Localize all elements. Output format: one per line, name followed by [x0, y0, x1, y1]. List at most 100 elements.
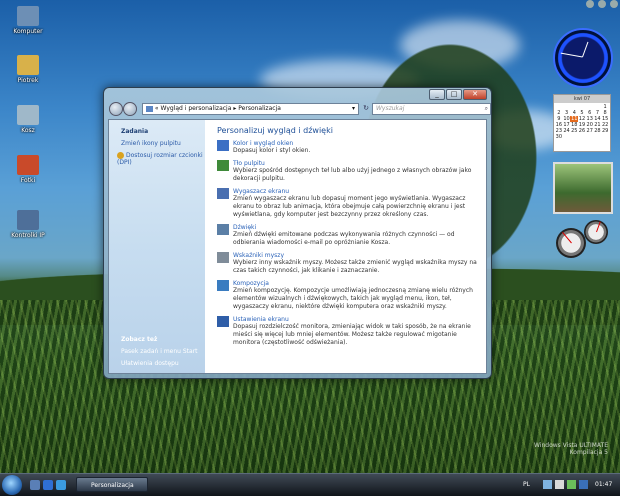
breadcrumb-separator[interactable]: ▸	[233, 105, 236, 112]
sidebar-gadget-controls[interactable]	[586, 0, 618, 8]
breadcrumb-overflow[interactable]: «	[155, 105, 159, 112]
desktop-icon[interactable]: Piotrek	[6, 55, 50, 84]
calendar-day[interactable]: 24	[563, 128, 571, 134]
item-title-link[interactable]: Kolor i wygląd okien	[233, 140, 310, 147]
item-description: Wybierz spośród dostępnych teł lub albo …	[233, 167, 472, 182]
security-tray-icon[interactable]	[567, 480, 576, 489]
cpu-meter-gadget[interactable]	[556, 228, 586, 258]
desktop-icon[interactable]: Kosz	[6, 105, 50, 134]
personalization-window[interactable]: _ □ ✕ « Wygląd i personalizacja ▸ Person…	[103, 87, 492, 379]
address-dropdown-icon[interactable]: ▾	[352, 104, 355, 114]
show-desktop-icon[interactable]	[30, 480, 40, 490]
start-button[interactable]	[2, 475, 22, 495]
personalization-item: Kompozycja Zmień kompozycję. Kompozycje u…	[217, 280, 478, 311]
item-icon[interactable]	[217, 140, 229, 151]
search-placeholder: Wyszukaj	[376, 105, 405, 112]
recycle-bin-icon	[17, 105, 39, 125]
calendar-day[interactable]: 28	[594, 128, 602, 134]
tasks-heading: Zadania	[121, 128, 149, 135]
calendar-days: 1 2 3 4 5 6 7 8 9 10 11 12 13 14 15 16 17 18 19 20 21 22 23 24 2…	[554, 103, 610, 141]
clock-gadget[interactable]	[553, 28, 613, 88]
taskbar: Personalizacja PL 01:47	[0, 473, 620, 496]
os-watermark: Windows Vista ULTIMATE Kompilacja 5	[534, 442, 608, 456]
calendar-month: kwi 07	[554, 95, 610, 103]
item-icon[interactable]	[217, 280, 229, 291]
item-title-link[interactable]: Wygaszacz ekranu	[233, 188, 478, 195]
page-title: Personalizuj wygląd i dźwięki	[217, 126, 333, 135]
breadcrumb-appearance[interactable]: Wygląd i personalizacja	[161, 105, 232, 112]
refresh-button[interactable]: ↻	[360, 103, 372, 113]
window-controls: _ □ ✕	[429, 89, 487, 100]
breadcrumb-personalization[interactable]: Personalizacja	[238, 105, 281, 112]
see-also-section: Zobacz też Pasek zadań i menu Start Ułat…	[109, 328, 205, 367]
item-title-link[interactable]: Kompozycja	[233, 280, 478, 287]
item-description: Dopasuj kolor i styl okien.	[233, 147, 311, 154]
desktop-icon-label: Kosz	[21, 127, 35, 134]
item-description: Wybierz inny wskaźnik myszy. Możesz takż…	[233, 259, 477, 274]
search-icon[interactable]: ⌕	[485, 104, 488, 114]
personalization-item: Wygaszacz ekranu Zmień wygaszacz ekranu l…	[217, 188, 478, 219]
calendar-gadget[interactable]: kwi 07 1 2 3 4 5 6 7 8 9 10 11 12 13 14 15 16 17 18 19 20 21…	[553, 94, 611, 152]
calendar-day[interactable]: 26	[578, 128, 586, 134]
ease-of-access-link[interactable]: Ułatwienia dostępu	[121, 360, 205, 367]
switch-windows-icon[interactable]	[43, 480, 53, 490]
search-box[interactable]: Wyszukaj ⌕	[372, 103, 491, 115]
personalization-item: Kolor i wygląd okien Dopasuj kolor i styl…	[217, 140, 478, 155]
main-pane: Personalizuj wygląd i dźwięki Kolor i wy…	[205, 120, 486, 373]
item-icon[interactable]	[217, 316, 229, 327]
uac-shield-icon	[117, 152, 124, 159]
change-desktop-icons-link[interactable]: Zmień ikony pulpitu	[121, 140, 205, 147]
memory-meter-gadget[interactable]	[584, 220, 608, 244]
item-title-link[interactable]: Wskaźniki myszy	[233, 252, 478, 259]
item-icon[interactable]	[217, 160, 229, 171]
calendar-day[interactable]: 27	[586, 128, 594, 134]
item-icon[interactable]	[217, 188, 229, 199]
taskbar-window-button[interactable]: Personalizacja	[76, 477, 148, 492]
see-also-heading: Zobacz też	[121, 336, 158, 343]
personalization-item: Ustawienia ekranu Dopasuj rozdzielczość m…	[217, 316, 478, 347]
adjust-font-size-link[interactable]: Dostosuj rozmiar czcionki (DPI)	[117, 152, 205, 166]
calendar-day[interactable]: 25	[570, 128, 578, 134]
desktop-icon-label: Kontrolki IP	[11, 232, 45, 239]
computer-icon	[17, 6, 39, 26]
desktop-icon-label: Fotki	[20, 177, 36, 184]
slideshow-gadget[interactable]	[553, 162, 613, 214]
forward-button[interactable]	[123, 102, 137, 116]
close-button[interactable]: ✕	[463, 89, 487, 100]
maximize-button[interactable]: □	[446, 89, 462, 100]
personalization-item: Dźwięki Zmień dźwięki emitowane podczas w…	[217, 224, 478, 247]
clock-minute-hand	[560, 52, 583, 58]
system-tray: PL 01:47	[515, 476, 620, 494]
item-icon[interactable]	[217, 252, 229, 263]
volume-tray-icon[interactable]	[555, 480, 564, 489]
network-tray-icon[interactable]	[543, 480, 552, 489]
control-panel-icon	[146, 105, 153, 112]
address-bar[interactable]: « Wygląd i personalizacja ▸ Personalizac…	[142, 103, 359, 115]
network-icon	[17, 210, 39, 230]
item-icon[interactable]	[217, 224, 229, 235]
internet-explorer-icon[interactable]	[56, 480, 66, 490]
desktop-icon[interactable]: Fotki	[6, 155, 50, 184]
clock-hour-hand	[582, 41, 589, 58]
item-title-link[interactable]: Dźwięki	[233, 224, 478, 231]
window-content: Zadania Zmień ikony pulpitu Dostosuj roz…	[108, 119, 487, 374]
desktop-icon-label: Komputer	[13, 28, 43, 35]
sidebar-tray-icon[interactable]	[579, 480, 588, 489]
item-title-link[interactable]: Tło pulpitu	[233, 160, 478, 167]
item-description: Dopasuj rozdzielczość monitora, zmieniaj…	[233, 323, 471, 346]
clock-time[interactable]: 01:47	[595, 481, 612, 488]
desktop-icon[interactable]: Kontrolki IP	[6, 210, 50, 239]
back-button[interactable]	[109, 102, 123, 116]
item-title-link[interactable]: Ustawienia ekranu	[233, 316, 478, 323]
language-indicator[interactable]: PL	[523, 481, 530, 488]
item-description: Zmień wygaszacz ekranu lub dopasuj momen…	[233, 195, 466, 218]
watermark-build: Kompilacja 5	[569, 449, 608, 456]
desktop-icon[interactable]: Komputer	[6, 6, 50, 35]
calendar-day[interactable]: 29	[601, 128, 609, 134]
minimize-button[interactable]: _	[429, 89, 445, 100]
personalization-item: Wskaźniki myszy Wybierz inny wskaźnik mys…	[217, 252, 478, 275]
taskbar-start-menu-link[interactable]: Pasek zadań i menu Start	[121, 348, 205, 355]
user-folder-icon	[17, 55, 39, 75]
calendar-day[interactable]: 30	[555, 134, 563, 140]
item-description: Zmień dźwięki emitowane podczas wykonywa…	[233, 231, 455, 246]
